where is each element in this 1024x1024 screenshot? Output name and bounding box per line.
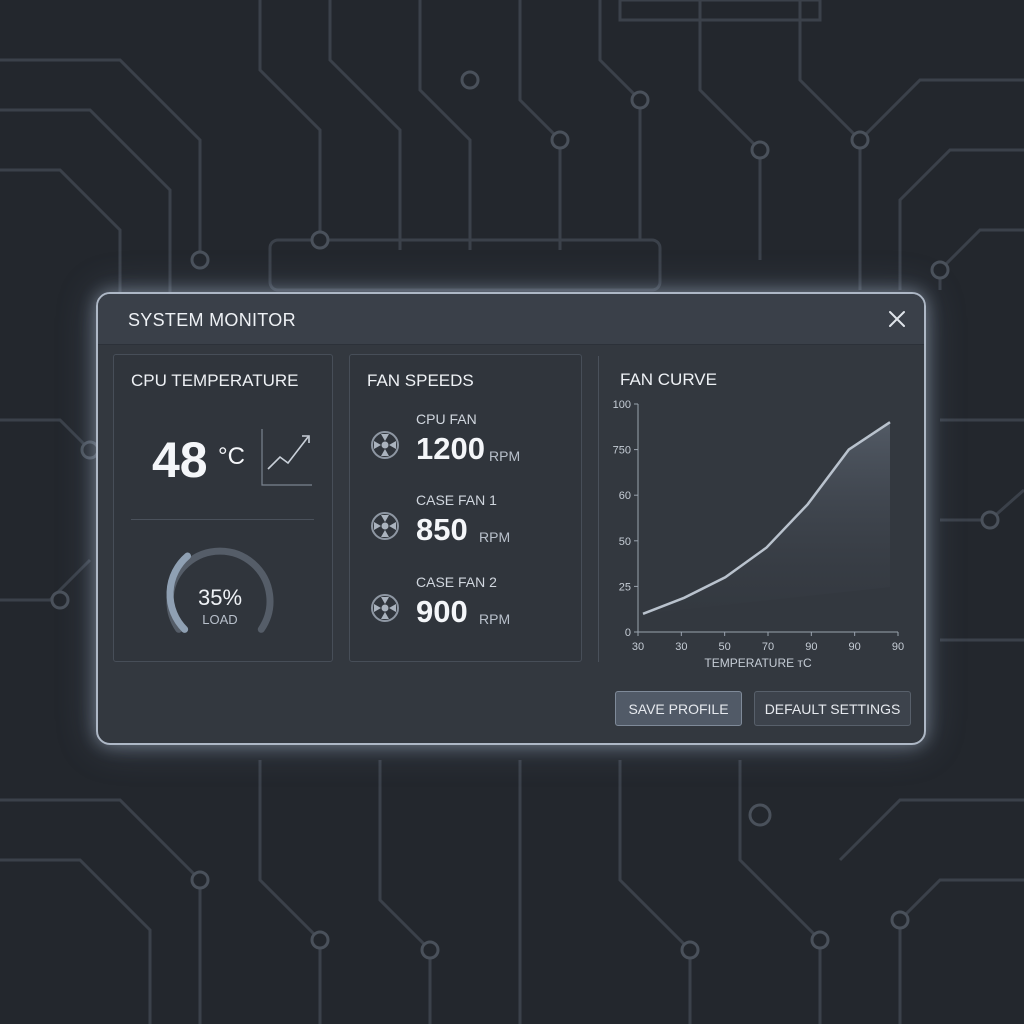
x-tick-label: 70 bbox=[762, 641, 774, 653]
fan-speed-unit: RPM bbox=[489, 448, 521, 464]
fan-row-case-2: CASE FAN 2 900 RPM bbox=[350, 574, 583, 644]
save-profile-button[interactable]: SAVE PROFILE bbox=[615, 691, 742, 726]
fan-curve-title: FAN CURVE bbox=[620, 370, 717, 389]
fan-speeds-panel: FAN SPEEDS CPU FAN 1200 RPM CASE FAN 1 8… bbox=[349, 354, 582, 662]
trend-up-icon bbox=[261, 429, 312, 486]
fan-speed-unit: RPM bbox=[479, 529, 511, 545]
x-tick-label: 90 bbox=[892, 641, 904, 653]
y-tick-label: 60 bbox=[619, 490, 631, 502]
cpu-temperature-title: CPU TEMPERATURE bbox=[131, 371, 299, 390]
title-bar: SYSTEM MONITOR bbox=[98, 294, 924, 345]
y-tick-label: 50 bbox=[619, 536, 631, 548]
y-tick-label: 100 bbox=[613, 399, 631, 411]
fan-name: CASE FAN 1 bbox=[416, 492, 497, 508]
y-tick-label: 750 bbox=[613, 445, 631, 457]
x-tick-label: 90 bbox=[805, 641, 817, 653]
fan-icon bbox=[371, 594, 399, 622]
fan-row-case-1: CASE FAN 1 850 RPM bbox=[350, 492, 583, 562]
fan-name: CASE FAN 2 bbox=[416, 574, 497, 590]
fan-curve-area bbox=[643, 422, 890, 614]
cpu-load-label: LOAD bbox=[202, 612, 238, 627]
cpu-temperature-value: 48 bbox=[152, 432, 208, 488]
x-axis-label: TEMPERATURE тC bbox=[704, 656, 812, 670]
fan-icon bbox=[371, 512, 399, 540]
window-title: SYSTEM MONITOR bbox=[128, 310, 296, 330]
fan-row-cpu: CPU FAN 1200 RPM bbox=[350, 411, 583, 481]
cpu-temperature-panel: CPU TEMPERATURE 48 °C 35% LOAD bbox=[113, 354, 333, 662]
fan-icon bbox=[371, 431, 399, 459]
fan-speed-value: 1200 bbox=[416, 431, 485, 466]
cpu-panel-divider bbox=[131, 519, 314, 520]
x-tick-label: 90 bbox=[849, 641, 861, 653]
fan-speed-unit: RPM bbox=[479, 611, 511, 627]
cpu-temperature-unit: °C bbox=[218, 443, 245, 470]
cpu-load-value: 35% bbox=[197, 585, 243, 610]
close-icon[interactable] bbox=[884, 306, 910, 332]
x-tick-label: 50 bbox=[719, 641, 731, 653]
fan-name: CPU FAN bbox=[416, 411, 477, 427]
fan-speed-value: 900 bbox=[416, 594, 468, 629]
y-tick-label: 0 bbox=[625, 627, 631, 639]
x-tick-label: 30 bbox=[675, 641, 687, 653]
y-tick-label: 25 bbox=[619, 581, 631, 593]
fan-curve-chart: 0 25 50 60 750 100 30 30 50 70 90 90 90 TEMPERATURE т… bbox=[613, 399, 904, 670]
fan-speed-value: 850 bbox=[416, 512, 468, 547]
default-settings-button[interactable]: DEFAULT SETTINGS bbox=[754, 691, 911, 726]
fan-speeds-title: FAN SPEEDS bbox=[367, 371, 474, 390]
x-tick-label: 30 bbox=[632, 641, 644, 653]
system-monitor-window: SYSTEM MONITOR CPU TEMPERATURE 48 °C 35%… bbox=[96, 292, 926, 745]
